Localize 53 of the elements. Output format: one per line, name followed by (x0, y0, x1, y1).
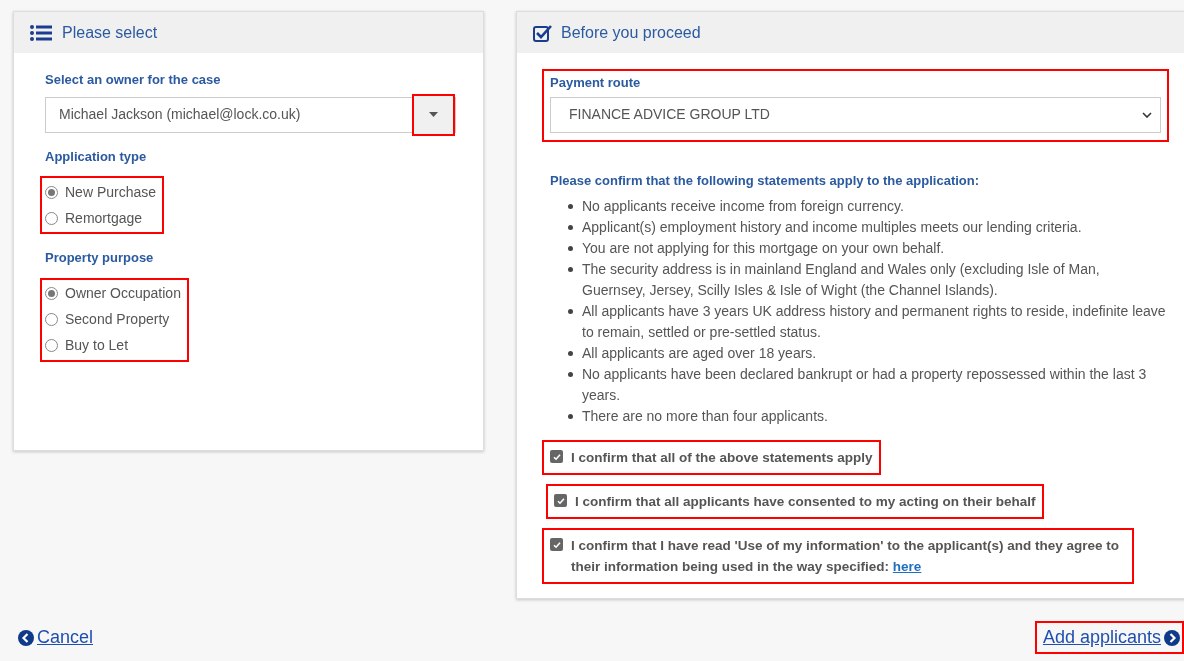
radio-label: Remortgage (65, 208, 143, 228)
confirmation-text: I confirm that I have read 'Use of my information' to the applicant(s) and they agree to their information being used in the way specified: here (571, 537, 1120, 576)
confirmation-text: I confirm that all applicants have consented to my acting on their behalf (575, 493, 1036, 511)
bullet-icon (568, 351, 573, 356)
add-applicants-link[interactable]: Add applicants (1034, 621, 1184, 654)
caret-icon (429, 112, 438, 117)
statement-text: All applicants have 3 years UK address history and permanent rights to reside, indefinite leave to remain, settled or pre-settled status. (582, 302, 1167, 342)
panel-title: Please select (62, 22, 158, 43)
checkbox[interactable] (550, 538, 563, 551)
statements-heading: Please confirm that the following statements apply to the application: (550, 171, 981, 190)
list-icon (30, 24, 52, 41)
panel-title: Before you proceed (561, 22, 701, 43)
chevron-down-icon (1142, 111, 1152, 118)
select-value: FINANCE ADVICE GROUP LTD (569, 105, 770, 124)
statement-text: You are not applying for this mortgage on your own behalf. (582, 239, 945, 258)
group-label: Property purpose (45, 249, 155, 267)
arrow-left-circle-icon (18, 629, 34, 646)
group-label: Application type (45, 147, 148, 166)
owner-select[interactable]: Michael Jackson (michael@lock.co.uk) (45, 96, 456, 133)
dropdown-toggle[interactable] (412, 93, 455, 136)
select-value: Michael Jackson (michael@lock.co.uk) (58, 105, 301, 124)
radio-label: Second Property (65, 310, 170, 329)
statement-text: All applicants are aged over 18 years. (582, 344, 817, 363)
radio-label: New Purchase (65, 182, 157, 202)
arrow-right-circle-icon (1164, 629, 1180, 646)
radio-label: Owner Occupation (65, 284, 181, 303)
checkbox-icon (533, 23, 552, 42)
radio-button[interactable] (45, 313, 58, 326)
statement-text: There are no more than four applicants. (582, 407, 828, 426)
bullet-icon (568, 225, 573, 230)
bullet-icon (568, 246, 573, 251)
field-label: Payment route (550, 74, 642, 92)
statement-text: Applicant(s) employment history and income multiples meets our lending criteria. (582, 218, 1082, 237)
radio-label: Buy to Let (65, 336, 129, 355)
bullet-icon (568, 204, 573, 209)
checkbox[interactable] (550, 450, 563, 463)
here-link[interactable]: here (892, 559, 922, 574)
cancel-link[interactable]: Cancel (18, 624, 94, 651)
statement-text: No applicants receive income from foreign currency. (582, 197, 904, 216)
radio-button[interactable] (45, 287, 58, 300)
radio-button[interactable] (45, 339, 58, 352)
bullet-icon (568, 372, 573, 377)
field-label: Select an owner for the case (45, 71, 222, 89)
statement-text: The security address is in mainland England and Wales only (excluding Isle of Man, Guernsey, Jersey, Scilly Isles & Isle of Wight (the Channel Islands). (582, 260, 1101, 300)
bullet-icon (568, 414, 573, 419)
bullet-icon (568, 267, 573, 272)
radio-button[interactable] (45, 211, 58, 225)
payment-route-select[interactable]: FINANCE ADVICE GROUP LTD (550, 96, 1161, 133)
checkbox[interactable] (554, 494, 567, 507)
bullet-icon (568, 309, 573, 314)
statement-text: No applicants have been declared bankrupt or had a property repossessed within the last 3 years. (582, 365, 1148, 405)
confirmation-text: I confirm that all of the above statements apply (571, 449, 873, 467)
radio-button[interactable] (45, 185, 58, 199)
